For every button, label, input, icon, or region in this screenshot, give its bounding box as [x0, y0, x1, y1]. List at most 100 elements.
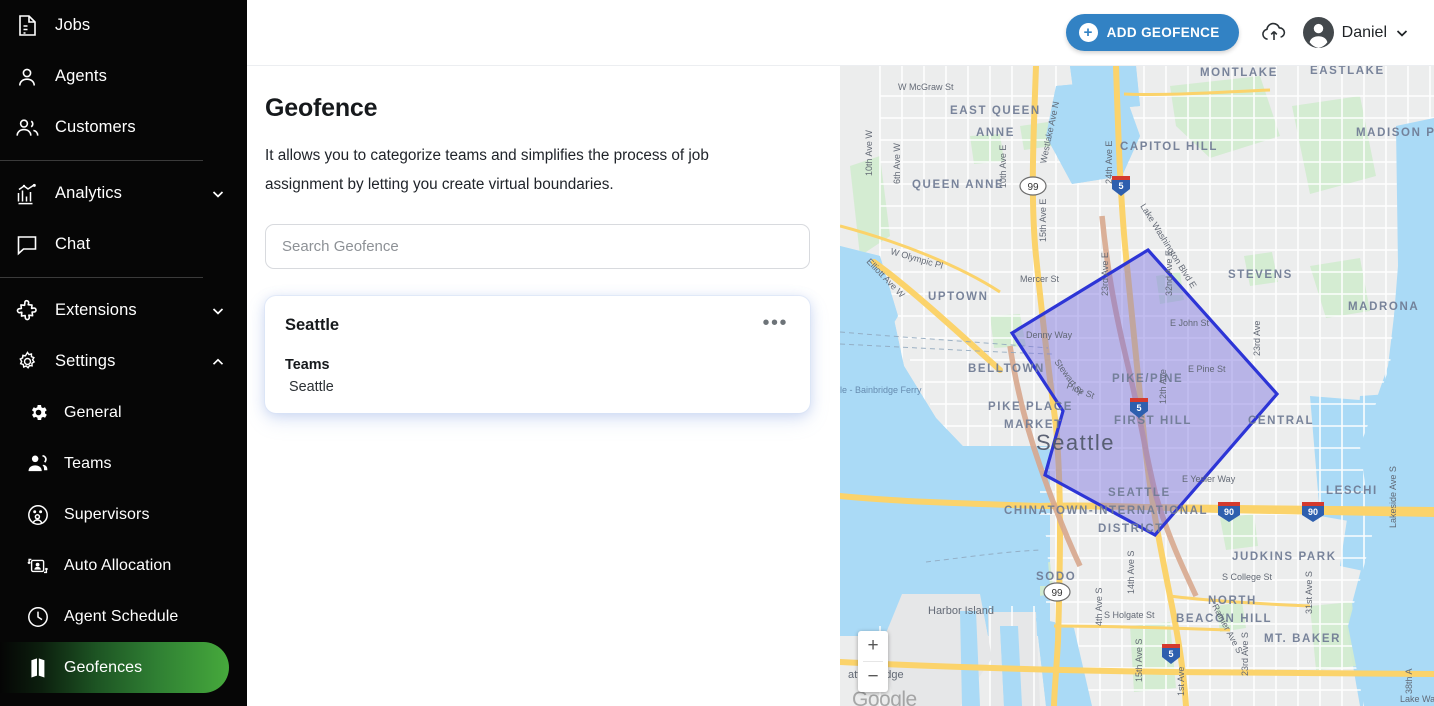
sidebar-item-extensions[interactable]: Extensions [0, 285, 247, 336]
svg-text:QUEEN ANNE: QUEEN ANNE [912, 179, 1004, 191]
sidebar-item-agent-schedule[interactable]: Agent Schedule [0, 591, 247, 642]
svg-text:23rd Ave: 23rd Ave [1252, 321, 1262, 356]
chevron-down-icon[interactable] [211, 187, 225, 201]
svg-text:99: 99 [1027, 182, 1039, 193]
sidebar-item-teams[interactable]: Teams [0, 438, 247, 489]
svg-text:SEATTLE: SEATTLE [1108, 487, 1171, 499]
sidebar-item-jobs[interactable]: Jobs [0, 0, 247, 51]
zoom-out-button[interactable]: − [858, 662, 888, 692]
svg-text:Mercer St: Mercer St [1020, 274, 1060, 284]
gear-filled-icon [24, 398, 52, 428]
svg-text:Harbor Island: Harbor Island [928, 605, 994, 617]
map-canvas[interactable]: .pl{fill:#6f7b94;font-size:11.5px;font-f… [840, 66, 1434, 706]
svg-text:EASTLAKE: EASTLAKE [1310, 66, 1385, 77]
main-area: + ADD GEOFENCE Daniel Geofence It allows… [247, 0, 1434, 706]
card-header: Seattle ••• [285, 313, 790, 336]
map-graphic: .pl{fill:#6f7b94;font-size:11.5px;font-f… [840, 66, 1434, 706]
svg-text:EAST QUEEN: EAST QUEEN [950, 105, 1041, 117]
chevron-up-icon[interactable] [211, 355, 225, 369]
svg-text:10th Ave E: 10th Ave E [998, 145, 1008, 188]
svg-text:5: 5 [1118, 181, 1123, 191]
svg-text:PIKE/PINE: PIKE/PINE [1112, 373, 1183, 385]
sidebar: Jobs Agents Customers Analytics Chat Ext… [0, 0, 247, 706]
svg-text:MADISON PA: MADISON PA [1356, 127, 1434, 139]
svg-text:PIKE PLACE: PIKE PLACE [988, 401, 1073, 413]
page-title: Geofence [265, 94, 378, 122]
cloud-upload-icon[interactable] [1257, 16, 1291, 50]
geofence-panel: Geofence It allows you to categorize tea… [247, 66, 839, 706]
svg-text:UPTOWN: UPTOWN [928, 291, 989, 303]
svg-text:E John St: E John St [1170, 318, 1210, 328]
svg-text:31st Ave S: 31st Ave S [1304, 571, 1314, 614]
svg-text:MADRONA: MADRONA [1348, 301, 1419, 313]
sidebar-item-analytics[interactable]: Analytics [0, 168, 247, 219]
svg-text:CHINATOWN-INTERNATIONAL: CHINATOWN-INTERNATIONAL [1004, 505, 1208, 517]
svg-text:Seattle: Seattle [1036, 430, 1115, 455]
chevron-down-icon[interactable] [211, 304, 225, 318]
svg-text:S Holgate St: S Holgate St [1104, 610, 1155, 620]
svg-text:23rd Ave S: 23rd Ave S [1240, 632, 1250, 676]
svg-text:10th Ave W: 10th Ave W [864, 130, 874, 176]
sidebar-item-auto-allocation[interactable]: Auto Allocation [0, 540, 247, 591]
svg-text:99: 99 [1051, 588, 1063, 599]
map-zoom-controls: + − [858, 631, 888, 692]
sidebar-item-label: Analytics [55, 184, 122, 202]
sidebar-item-geofences[interactable]: Geofences [0, 642, 229, 693]
sidebar-item-label: Agent Schedule [64, 607, 179, 625]
svg-text:DISTRICT: DISTRICT [1098, 523, 1164, 535]
svg-text:STEVENS: STEVENS [1228, 269, 1293, 281]
svg-text:MT. BAKER: MT. BAKER [1264, 633, 1341, 645]
svg-text:Lake Wa: Lake Wa [1400, 694, 1434, 704]
sidebar-item-label: Settings [55, 352, 116, 370]
zoom-in-button[interactable]: + [858, 631, 888, 661]
sidebar-item-settings[interactable]: Settings [0, 336, 247, 387]
sidebar-item-general[interactable]: General [0, 387, 247, 438]
svg-text:ANNE: ANNE [976, 127, 1015, 139]
sidebar-item-label: Supervisors [64, 505, 150, 523]
sidebar-item-chat[interactable]: Chat [0, 219, 247, 270]
svg-text:le - Bainbridge Ferry: le - Bainbridge Ferry [840, 385, 922, 395]
geofence-name: Seattle [285, 315, 340, 334]
svg-text:BELLTOWN: BELLTOWN [968, 363, 1045, 375]
svg-text:MONTLAKE: MONTLAKE [1200, 67, 1278, 79]
svg-text:W McGraw St: W McGraw St [898, 82, 954, 92]
sidebar-item-customers[interactable]: Customers [0, 102, 247, 153]
sidebar-item-supervisors[interactable]: Supervisors [0, 489, 247, 540]
people-icon [12, 113, 42, 143]
sidebar-item-agents[interactable]: Agents [0, 51, 247, 102]
add-geofence-label: ADD GEOFENCE [1106, 25, 1220, 40]
user-menu[interactable]: Daniel [1302, 17, 1408, 48]
more-horizontal-icon[interactable]: ••• [754, 313, 790, 336]
svg-text:SODO: SODO [1036, 571, 1076, 583]
svg-text:6th Ave W: 6th Ave W [892, 143, 902, 184]
add-geofence-button[interactable]: + ADD GEOFENCE [1065, 14, 1239, 51]
plus-circle-icon: + [1078, 23, 1098, 42]
svg-text:Denny Way: Denny Way [1026, 330, 1073, 340]
sidebar-item-label: Auto Allocation [64, 556, 172, 574]
svg-text:23rd Ave E: 23rd Ave E [1100, 252, 1110, 296]
sidebar-item-label: Chat [55, 235, 91, 253]
geofence-card-seattle[interactable]: Seattle ••• Teams Seattle [265, 295, 810, 413]
svg-text:32nd Ave E: 32nd Ave E [1164, 250, 1174, 296]
svg-text:FIRST HILL: FIRST HILL [1114, 415, 1192, 427]
svg-text:Lakeside Ave S: Lakeside Ave S [1388, 466, 1398, 528]
sidebar-divider [0, 160, 203, 161]
user-name: Daniel [1341, 23, 1387, 41]
svg-text:CENTRAL: CENTRAL [1248, 415, 1314, 427]
svg-text:E Yesler Way: E Yesler Way [1182, 474, 1236, 484]
chevron-down-icon[interactable] [1395, 26, 1408, 39]
sidebar-item-label: Agents [55, 67, 107, 85]
svg-text:LESCHI: LESCHI [1326, 485, 1378, 497]
sidebar-item-label: General [64, 403, 122, 421]
sidebar-item-label: Geofences [64, 658, 143, 676]
topbar: + ADD GEOFENCE Daniel [247, 0, 1434, 66]
document-icon [12, 11, 42, 41]
svg-text:E Pine St: E Pine St [1188, 364, 1226, 374]
sidebar-item-label: Extensions [55, 301, 137, 319]
account-circle-icon [1302, 17, 1334, 48]
svg-text:S College St: S College St [1222, 572, 1273, 582]
svg-text:4th Ave S: 4th Ave S [1094, 588, 1104, 626]
svg-text:12th Ave: 12th Ave [1158, 369, 1168, 404]
search-input[interactable] [265, 223, 810, 269]
teams-label: Teams [285, 356, 330, 373]
